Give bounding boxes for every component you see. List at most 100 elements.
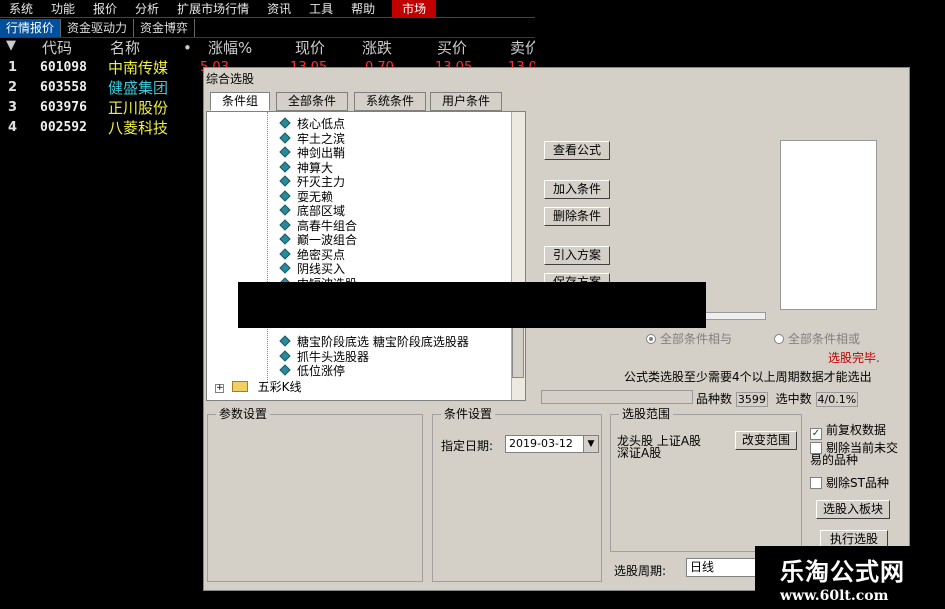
col-name[interactable]: 名称 — [110, 38, 140, 58]
tab-condition-group[interactable]: 条件组 — [210, 92, 270, 111]
menu-tools[interactable]: 工具 — [300, 0, 342, 18]
checkbox-icon: ✓ — [810, 428, 822, 440]
import-plan-button[interactable]: 引入方案 — [544, 246, 610, 265]
row-index: 3 — [8, 100, 18, 115]
radio-icon — [646, 334, 656, 344]
radio-all-or[interactable]: 全部条件相或 — [774, 330, 860, 347]
tree-item[interactable]: 绝密买点 — [279, 248, 345, 263]
tree-item[interactable]: 抓牛头选股器 — [279, 350, 369, 365]
date-label: 指定日期: — [441, 439, 494, 453]
radio-icon — [774, 334, 784, 344]
col-change[interactable]: 涨跌 — [362, 38, 392, 58]
chevron-down-icon[interactable]: ▼ — [583, 436, 598, 452]
col-price[interactable]: 现价 — [295, 38, 325, 58]
tree-item[interactable]: 高春牛组合 — [279, 219, 357, 234]
stock-code: 002592 — [40, 120, 87, 135]
formula-icon — [279, 233, 291, 245]
tree-item[interactable]: 核心低点 — [279, 117, 345, 132]
formula-icon — [279, 190, 291, 202]
tab-capital-drive[interactable]: 资金驱动力 — [61, 19, 135, 38]
tree-folder[interactable]: + 五彩K线 — [215, 380, 302, 395]
add-condition-button[interactable]: 加入条件 — [544, 180, 610, 199]
menu-quote[interactable]: 报价 — [84, 0, 126, 18]
count-readout: 品种数 3599 选中数 4/0.1% — [696, 392, 859, 407]
notice-text: 公式类选股至少需要4个以上周期数据才能选出 — [624, 370, 872, 384]
menu-market[interactable]: 市场 — [392, 0, 437, 18]
checkbox-icon — [810, 477, 822, 489]
tree-item[interactable]: 神算大 — [279, 161, 333, 176]
formula-icon — [279, 248, 291, 260]
col-change-pct[interactable]: 涨幅% — [208, 38, 252, 58]
menu-bar: 系统 功能 报价 分析 扩展市场行情 资讯 工具 帮助 市场 — [0, 0, 535, 18]
formula-icon — [279, 117, 291, 129]
condition-tree[interactable]: 核心低点 牢土之滨 神剑出鞘 神算大 歼灭主力 耍无赖 底部区域 高春牛组合 巅… — [206, 111, 526, 401]
view-formula-button[interactable]: 查看公式 — [544, 141, 610, 160]
tree-item[interactable]: 阴线买入 — [279, 262, 345, 277]
checkbox-exclude-st[interactable]: 剔除ST品种 — [810, 474, 889, 491]
formula-icon — [279, 364, 291, 376]
scrollbar-thumb[interactable] — [512, 322, 524, 378]
results-pane — [780, 140, 877, 310]
period-select[interactable]: 日线 — [686, 558, 756, 577]
menu-system[interactable]: 系统 — [0, 0, 42, 18]
tab-system-conditions[interactable]: 系统条件 — [354, 92, 426, 111]
menu-help[interactable]: 帮助 — [342, 0, 384, 18]
delete-condition-button[interactable]: 删除条件 — [544, 207, 610, 226]
col-bid[interactable]: 买价 — [437, 38, 467, 58]
range-group: 选股范围 龙头股 上证A股 深证A股 改变范围 — [610, 408, 802, 552]
redacted-area — [238, 282, 706, 328]
sort-arrow-icon[interactable]: ▼ — [6, 36, 16, 56]
checkbox-fq[interactable]: ✓ 前复权数据 — [810, 421, 886, 440]
formula-icon — [279, 335, 291, 347]
formula-icon — [279, 161, 291, 173]
horizontal-scrollbar[interactable] — [700, 312, 766, 320]
menu-news[interactable]: 资讯 — [258, 0, 300, 18]
folder-icon — [231, 381, 248, 392]
stock-code: 603558 — [40, 80, 87, 95]
stock-name: 中南传媒 — [108, 59, 169, 77]
col-code[interactable]: 代码 — [42, 38, 72, 58]
stock-name: 健盛集团 — [108, 79, 169, 97]
tree-item[interactable]: 歼灭主力 — [279, 175, 345, 190]
menu-function[interactable]: 功能 — [42, 0, 84, 18]
sub-tabs: 行情报价 资金驱动力 资金博弈 — [0, 19, 196, 38]
checkbox-exclude-untraded[interactable]: 剔除当前未交易的品种 — [810, 442, 908, 466]
expand-icon[interactable]: + — [215, 384, 224, 393]
menu-analysis[interactable]: 分析 — [126, 0, 168, 18]
formula-icon — [279, 132, 291, 144]
date-picker[interactable]: 2019-03-12 ▼ — [505, 435, 599, 453]
tree-item[interactable]: 神剑出鞘 — [279, 146, 345, 161]
range-text: 龙头股 上证A股 深证A股 — [617, 434, 702, 460]
formula-icon — [279, 204, 291, 216]
watermark-title: 乐淘公式网 — [780, 558, 905, 586]
group-label: 选股范围 — [619, 408, 674, 421]
tree-item[interactable]: 耍无赖 — [279, 190, 333, 205]
formula-icon — [279, 146, 291, 158]
tab-all-conditions[interactable]: 全部条件 — [276, 92, 348, 111]
change-range-button[interactable]: 改变范围 — [735, 431, 797, 450]
row-index: 4 — [8, 120, 18, 135]
tree-item[interactable]: 低位涨停 — [279, 364, 345, 379]
stock-code: 601098 — [40, 60, 87, 75]
condition-settings-group: 条件设置 指定日期: 2019-03-12 ▼ — [432, 408, 602, 582]
col-dot: • — [183, 39, 192, 57]
param-settings-group: 参数设置 — [207, 408, 423, 582]
formula-icon — [279, 262, 291, 274]
formula-icon — [279, 219, 291, 231]
tree-item[interactable]: 底部区域 — [279, 204, 345, 219]
add-to-block-button[interactable]: 选股入板块 — [816, 500, 890, 519]
tab-capital-game[interactable]: 资金博弈 — [134, 19, 196, 38]
watermark-url: www.60lt.com — [780, 588, 889, 604]
tree-item[interactable]: 牢土之滨 — [279, 132, 345, 147]
radio-all-and[interactable]: 全部条件相与 — [646, 330, 732, 347]
tree-item[interactable]: 巅一波组合 — [279, 233, 357, 248]
tree-item[interactable]: 糖宝阶段底选 糖宝阶段底选股器 — [279, 335, 469, 350]
formula-icon — [279, 175, 291, 187]
stock-name: 八菱科技 — [108, 119, 169, 137]
menu-extended-market[interactable]: 扩展市场行情 — [168, 0, 258, 18]
group-label: 条件设置 — [441, 408, 496, 421]
row-index: 1 — [8, 60, 18, 75]
period-label: 选股周期: — [614, 564, 667, 578]
quote-table-header: ▼ 代码 名称 • 涨幅% 现价 涨跌 买价 卖价 — [0, 36, 540, 58]
tab-user-conditions[interactable]: 用户条件 — [430, 92, 502, 111]
